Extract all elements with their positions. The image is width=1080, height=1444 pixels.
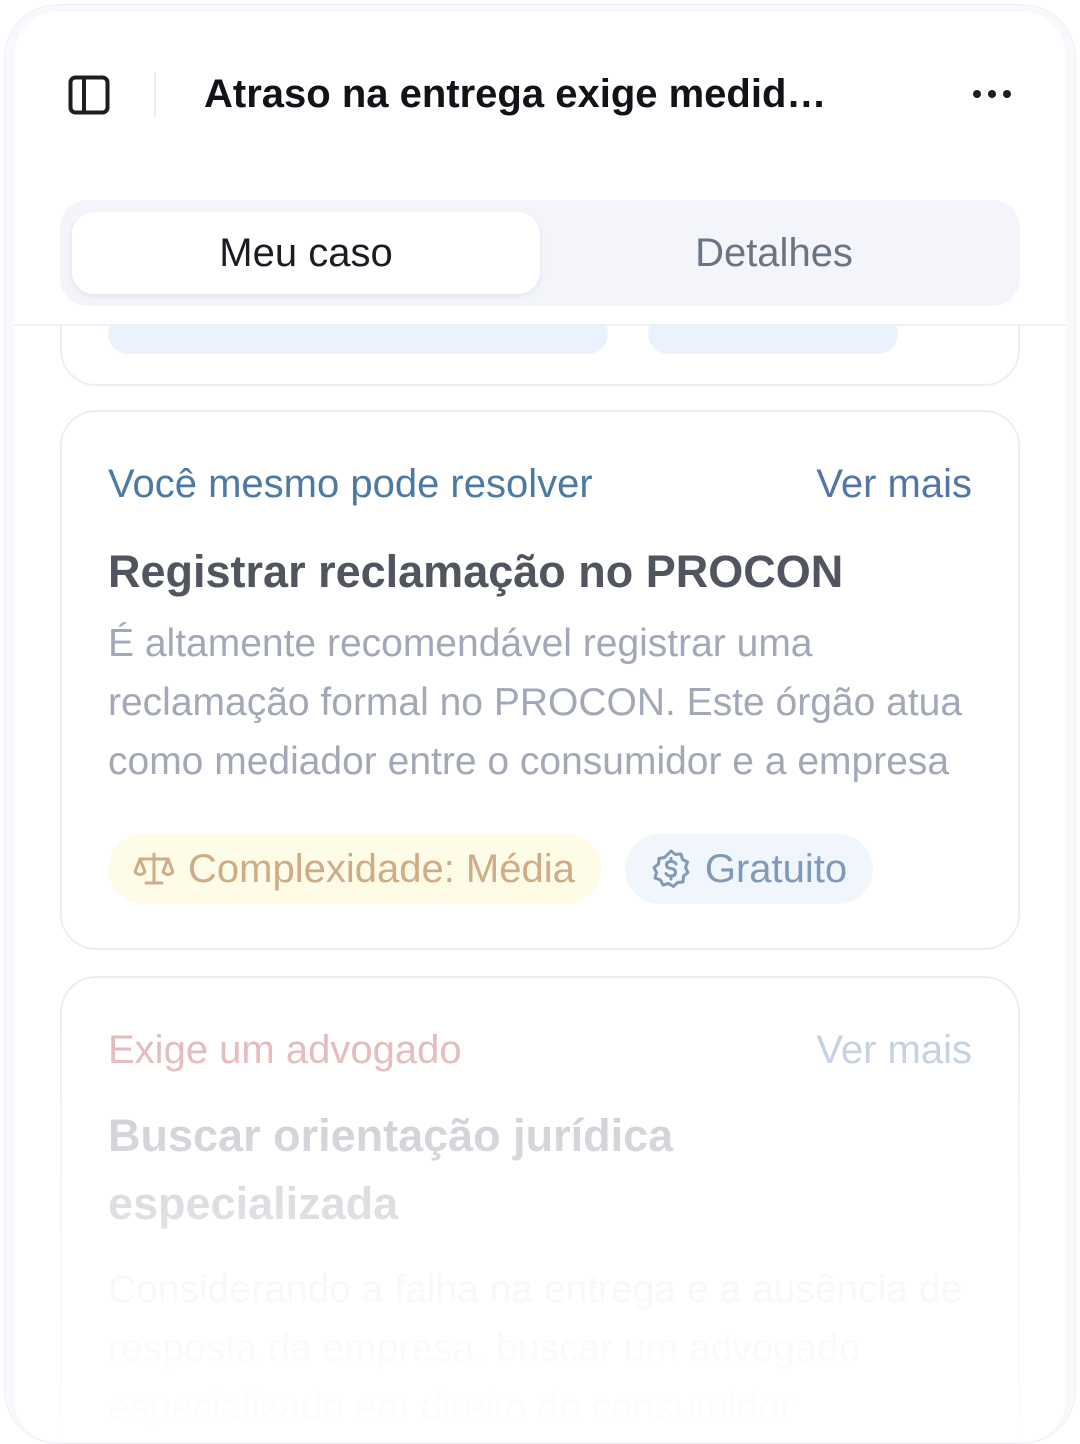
complexity-badge: Complexidade: Média [108,834,601,904]
card-title: Registrar reclamação no PROCON [108,546,844,597]
price-badge: Gratuito [624,834,874,904]
ver-mais-link[interactable]: Ver mais [816,462,972,507]
card-title: Buscar orientação jurídica especializada [108,1110,674,1229]
card-category-label: Exige um advogado [108,1028,462,1072]
tab-meu-caso[interactable]: Meu caso [72,212,540,294]
action-card[interactable]: Você mesmo pode resolver Ver mais Regist… [60,410,1020,950]
header-divider [154,72,156,118]
complexity-badge-text: Complexidade: Média [188,846,575,891]
action-card[interactable]: Exige um advogado Ver mais Buscar orient… [60,976,1020,1442]
page-title: Atraso na entrega exige medid… [204,72,827,116]
card-description: Considerando a falha na entrega e a ausê… [108,1268,963,1429]
app-screen: Atraso na entrega exige medid… Meu caso … [14,12,1066,1442]
card-description: É altamente recomendável registrar uma r… [108,622,963,783]
sidebar-toggle-button[interactable] [66,72,112,118]
dollar-badge-icon [652,849,690,888]
price-badge-text: Gratuito [704,846,848,891]
more-options-button[interactable] [964,74,1020,114]
ver-mais-link[interactable]: Ver mais [816,1028,972,1073]
sidebar-toggle-icon [68,75,110,115]
more-horizontal-icon [973,90,1011,98]
header: Atraso na entrega exige medid… Meu caso … [14,12,1066,326]
tab-detalhes[interactable]: Detalhes [540,212,1008,294]
card-badges: Complexidade: Média Gratuito [108,834,874,904]
card-category-label: Você mesmo pode resolver [108,462,593,506]
scale-icon [134,852,174,885]
tab-bar: Meu caso Detalhes [60,200,1020,306]
